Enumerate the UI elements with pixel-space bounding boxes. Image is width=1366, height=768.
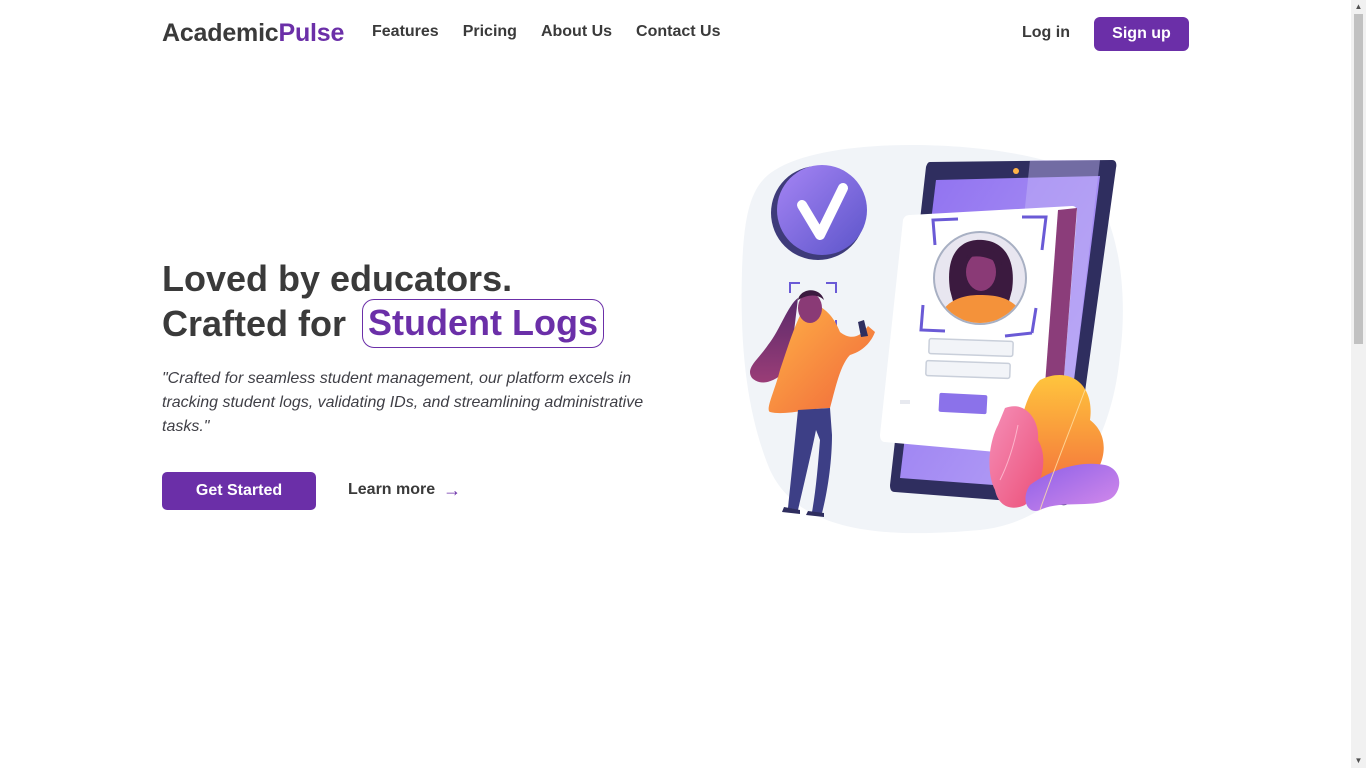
get-started-button[interactable]: Get Started [162, 472, 316, 510]
headline-line-2: Crafted for Student Logs [162, 299, 604, 348]
hero-headline: Loved by educators. Crafted for Student … [162, 258, 604, 348]
scroll-down-icon[interactable]: ▼ [1354, 756, 1363, 766]
learn-more-label: Learn more [348, 481, 436, 498]
nav-features[interactable]: Features [372, 23, 439, 41]
hero-illustration [741, 145, 1123, 534]
hero-quote: "Crafted for seamless student management… [162, 370, 644, 435]
scroll-up-icon[interactable]: ▲ [1354, 2, 1363, 12]
headline-highlight: Student Logs [362, 299, 604, 348]
scrollbar-thumb[interactable] [1354, 14, 1363, 344]
page-scrollbar[interactable]: ▲ ▼ [1351, 0, 1366, 768]
logo[interactable]: AcademicPulse [162, 19, 344, 48]
signup-button[interactable]: Sign up [1094, 17, 1189, 51]
logo-text-accent: Pulse [278, 19, 345, 47]
headline-line-2-text: Crafted for [162, 303, 347, 344]
site-header: AcademicPulse Features Pricing About Us … [0, 0, 1351, 68]
nav-about-us[interactable]: About Us [541, 23, 612, 41]
learn-more-link[interactable]: Learn more → [348, 481, 461, 499]
nav-pricing[interactable]: Pricing [463, 23, 517, 41]
arrow-right-icon: → [443, 480, 462, 500]
login-link[interactable]: Log in [1022, 24, 1070, 42]
headline-line-1: Loved by educators. [162, 258, 513, 299]
main-nav: Features Pricing About Us Contact Us [372, 23, 721, 41]
nav-contact-us[interactable]: Contact Us [636, 23, 720, 41]
logo-text-primary: Academic [162, 19, 279, 47]
